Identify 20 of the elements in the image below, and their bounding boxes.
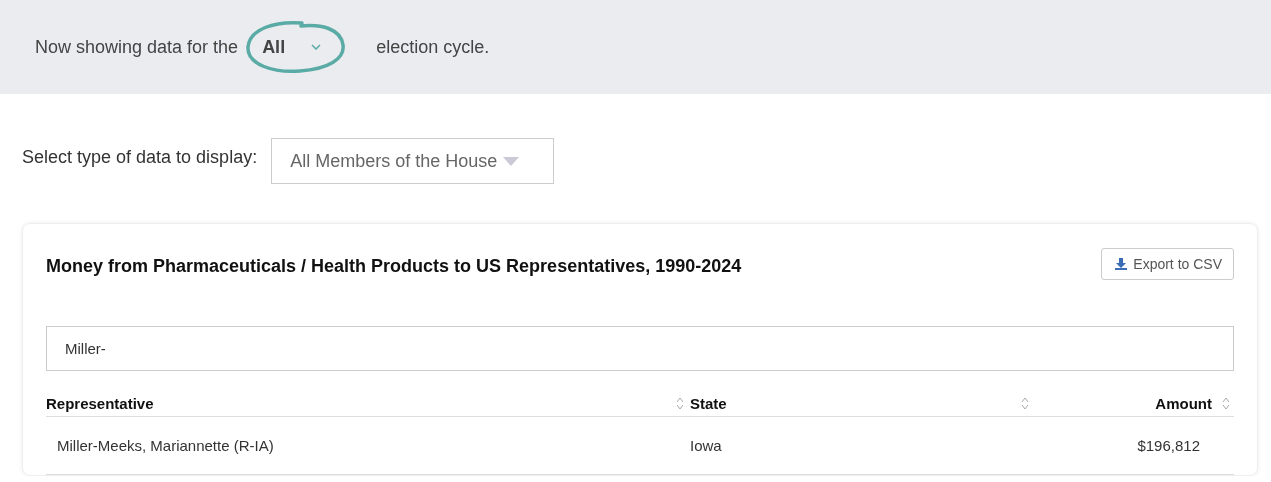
banner-text: Now showing data for the xyxy=(35,36,239,58)
cycle-select[interactable]: All xyxy=(244,19,349,75)
column-header[interactable]: State xyxy=(690,395,1035,412)
column-header[interactable]: Representative xyxy=(46,395,690,412)
export-button[interactable]: Export to CSV xyxy=(1101,248,1234,280)
search-field[interactable]: Miller- xyxy=(46,326,1234,371)
table-cell: Iowa xyxy=(690,437,722,454)
sort-icon xyxy=(1222,397,1230,410)
select-label: Select type of data to display: xyxy=(22,146,258,168)
card-title: Money from Pharmaceuticals / Health Products to US Representatives, 1990-2024 xyxy=(46,256,742,277)
data-type-select[interactable]: All Members of the House xyxy=(271,138,555,184)
table-cell: Miller-Meeks, Mariannette (R-IA) xyxy=(57,437,274,454)
column-header[interactable]: Amount xyxy=(1035,395,1234,412)
chevron-down-icon xyxy=(311,44,322,50)
triangle-down-icon xyxy=(503,156,520,166)
banner-text: election cycle. xyxy=(376,36,490,58)
table-cell: $196,812 xyxy=(1137,437,1200,454)
download-icon xyxy=(1115,258,1128,270)
sort-icon xyxy=(1021,397,1029,410)
sort-icon xyxy=(676,397,684,410)
